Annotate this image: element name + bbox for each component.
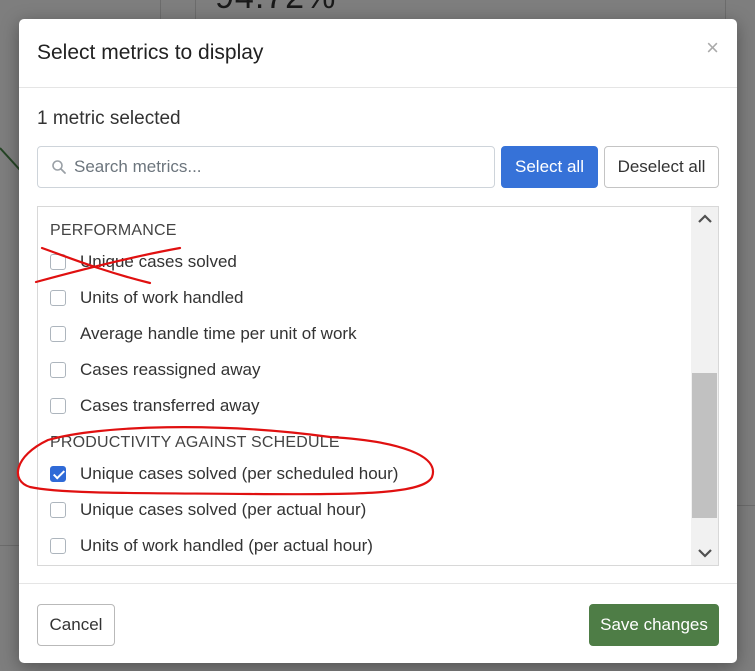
metric-row[interactable]: Units of work handled: [50, 286, 243, 310]
metrics-list[interactable]: PERFORMANCE Unique cases solved Units of…: [37, 206, 719, 566]
metric-row[interactable]: Cases transferred away: [50, 394, 260, 418]
select-metrics-modal: Select metrics to display × 1 metric sel…: [19, 19, 737, 663]
modal-title: Select metrics to display: [37, 41, 264, 64]
chevron-up-icon[interactable]: [697, 213, 713, 225]
save-changes-button[interactable]: Save changes: [589, 604, 719, 646]
metric-label: Units of work handled (per actual hour): [80, 536, 373, 555]
group-header-performance: PERFORMANCE: [50, 222, 177, 239]
metric-checkbox[interactable]: [50, 398, 66, 414]
cancel-button[interactable]: Cancel: [37, 604, 115, 646]
metric-label: Unique cases solved (per actual hour): [80, 500, 367, 519]
metric-checkbox[interactable]: [50, 290, 66, 306]
metric-row[interactable]: Unique cases solved (per scheduled hour): [50, 462, 398, 486]
list-scrollbar[interactable]: [691, 207, 718, 565]
group-header-productivity: PRODUCTIVITY AGAINST SCHEDULE: [50, 434, 340, 451]
modal-header: Select metrics to display ×: [19, 19, 737, 88]
metric-label: Average handle time per unit of work: [80, 324, 357, 343]
metric-row[interactable]: Unique cases solved (per actual hour): [50, 498, 366, 522]
chevron-down-icon[interactable]: [697, 547, 713, 559]
metric-row[interactable]: Cases reassigned away: [50, 358, 260, 382]
close-icon[interactable]: ×: [706, 37, 719, 59]
metric-label: Unique cases solved: [80, 252, 237, 271]
metric-row[interactable]: Average handle time per unit of work: [50, 322, 357, 346]
select-all-button[interactable]: Select all: [501, 146, 598, 188]
metric-checkbox[interactable]: [50, 326, 66, 342]
metric-checkbox[interactable]: [50, 502, 66, 518]
metric-label: Cases reassigned away: [80, 360, 261, 379]
metric-label: Unique cases solved (per scheduled hour): [80, 464, 399, 483]
metric-checkbox[interactable]: [50, 254, 66, 270]
metric-checkbox[interactable]: [50, 538, 66, 554]
metric-checkbox-checked[interactable]: [50, 466, 66, 482]
metric-checkbox[interactable]: [50, 362, 66, 378]
modal-footer: Cancel Save changes: [19, 583, 737, 663]
search-icon: [52, 160, 66, 174]
search-box[interactable]: [37, 146, 495, 188]
selected-count: 1 metric selected: [37, 108, 181, 129]
scrollbar-thumb[interactable]: [692, 373, 717, 518]
metric-row[interactable]: Units of work handled (per actual hour): [50, 534, 373, 558]
metric-row[interactable]: Unique cases solved: [50, 250, 237, 274]
deselect-all-button[interactable]: Deselect all: [604, 146, 719, 188]
metric-label: Cases transferred away: [80, 396, 260, 415]
search-input[interactable]: [74, 148, 484, 186]
metric-label: Units of work handled: [80, 288, 244, 307]
